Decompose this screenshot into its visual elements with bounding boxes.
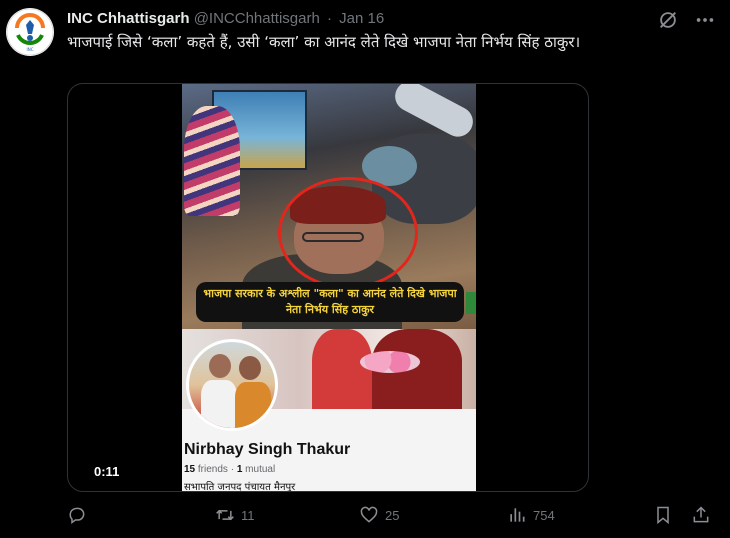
profile-person (201, 380, 237, 428)
retweet-count: 11 (241, 507, 255, 523)
video-player[interactable]: भाजपा सरकार के अश्लील "कला" का आनंद लेते… (67, 83, 589, 492)
profile-stats: 15 friends · 1 mutual (184, 464, 275, 475)
green-tag (466, 292, 476, 314)
like-count: 25 (385, 507, 400, 523)
heart-icon (360, 506, 378, 523)
display-name[interactable]: INC Chhattisgarh (67, 10, 190, 27)
tweet-header: INC Chhattisgarh @INCChhattisgarh · Jan … (67, 10, 384, 27)
retweet-button[interactable]: 11 (215, 502, 255, 528)
svg-text:INC: INC (27, 47, 34, 52)
tweet[interactable]: INC INC Chhattisgarh @INCChhattisgarh · … (0, 0, 730, 538)
avatar[interactable]: INC (6, 8, 54, 56)
video-timer: 0:11 (90, 463, 124, 480)
separator-dot: · (326, 10, 332, 27)
stats-dot: · (230, 464, 235, 475)
profile-picture (186, 339, 278, 431)
mutual-label: mutual (245, 464, 276, 475)
profile-bio: सभापति जनपद पंचायत मैनपुर (184, 482, 296, 492)
dancer-figure (184, 106, 240, 216)
more-options-icon[interactable] (694, 9, 716, 31)
handle[interactable]: @INCChhattisgarh (194, 10, 320, 27)
profile-name: Nirbhay Singh Thakur (184, 441, 351, 458)
profile-person (235, 382, 271, 428)
profile-person-head (239, 356, 261, 380)
views-icon (510, 508, 525, 522)
reply-icon (69, 507, 85, 524)
like-button[interactable]: 25 (359, 502, 399, 528)
views-count: 754 (533, 507, 555, 523)
friends-label: friends (197, 464, 228, 475)
bookmark-icon (657, 506, 669, 525)
action-bar: 11 25 754 (67, 502, 717, 528)
profile-screenshot: Nirbhay Singh Thakur 15 friends · 1 mutu… (182, 329, 476, 492)
reply-button[interactable] (67, 502, 87, 528)
grok-icon[interactable] (657, 9, 679, 31)
bookmark-button[interactable] (653, 502, 673, 528)
flower-bouquet (360, 351, 420, 373)
congress-logo-icon: INC (6, 8, 54, 56)
views-button[interactable]: 754 (507, 502, 555, 528)
share-icon (693, 506, 709, 523)
video-frame[interactable]: भाजपा सरकार के अश्लील "कला" का आनंद लेते… (182, 84, 476, 492)
profile-person-head (209, 354, 231, 378)
video-caption: भाजपा सरकार के अश्लील "कला" का आनंद लेते… (196, 282, 464, 322)
retweet-icon (216, 509, 234, 521)
mutual-count: 1 (236, 464, 243, 475)
share-button[interactable] (691, 502, 711, 528)
highlight-circle (278, 177, 418, 289)
cover-person (312, 329, 372, 409)
friends-count: 15 (184, 464, 196, 475)
tweet-date[interactable]: Jan 16 (339, 10, 384, 27)
video-scene-top: भाजपा सरकार के अश्लील "कला" का आनंद लेते… (182, 84, 476, 334)
tweet-text: भाजपाई जिसे ‘कला’ कहते हैं, उसी ‘कला’ का… (67, 33, 581, 51)
